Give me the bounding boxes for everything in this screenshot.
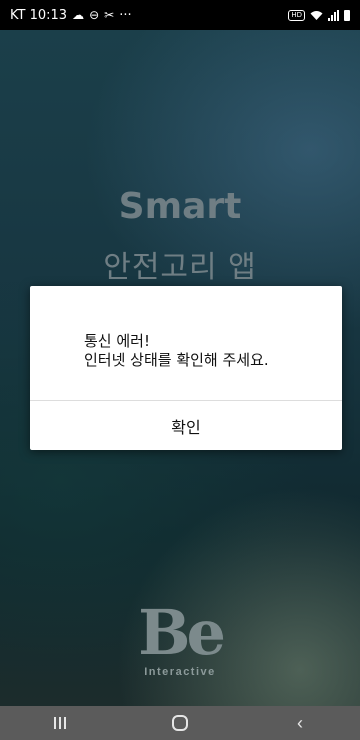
wifi-icon [310, 10, 323, 20]
app-subtitle: 안전고리 앱 [103, 250, 257, 285]
confirm-button[interactable]: 확인 [30, 401, 342, 450]
carrier-time: KT 10:13 [10, 7, 68, 23]
error-dialog: 통신 에러! 인터넷 상태를 확인해 주세요. 확인 [30, 286, 342, 450]
status-left: KT 10:13 ☁ ⊖ ✂ ··· [10, 8, 132, 23]
scissors-icon: ✂ [104, 8, 115, 22]
home-icon [172, 715, 188, 731]
battery-icon [344, 9, 350, 21]
cloud-icon: ☁ [72, 8, 85, 22]
back-button[interactable]: ‹ [270, 712, 330, 735]
navigation-bar: ‹ [0, 706, 360, 740]
dialog-message: 통신 에러! 인터넷 상태를 확인해 주세요. [84, 332, 269, 370]
recent-apps-button[interactable] [30, 716, 90, 730]
status-bar: KT 10:13 ☁ ⊖ ✂ ··· HD [0, 0, 360, 30]
recent-apps-icon [36, 717, 84, 729]
home-button[interactable] [150, 714, 210, 732]
dialog-message-line2: 인터넷 상태를 확인해 주세요. [84, 351, 269, 369]
signal-icon [328, 9, 339, 21]
hd-icon: HD [288, 9, 305, 21]
back-icon: ‹ [297, 712, 303, 733]
logo-text: Interactive [144, 666, 216, 678]
more-notifications: ··· [119, 7, 132, 23]
minus-circle-icon: ⊖ [89, 8, 100, 22]
logo-mark: Be [138, 596, 226, 669]
dialog-message-line1: 통신 에러! [84, 332, 150, 350]
app-title: Smart [118, 186, 242, 227]
status-right: HD [288, 9, 350, 21]
brand-logo: Be Interactive [0, 596, 360, 679]
